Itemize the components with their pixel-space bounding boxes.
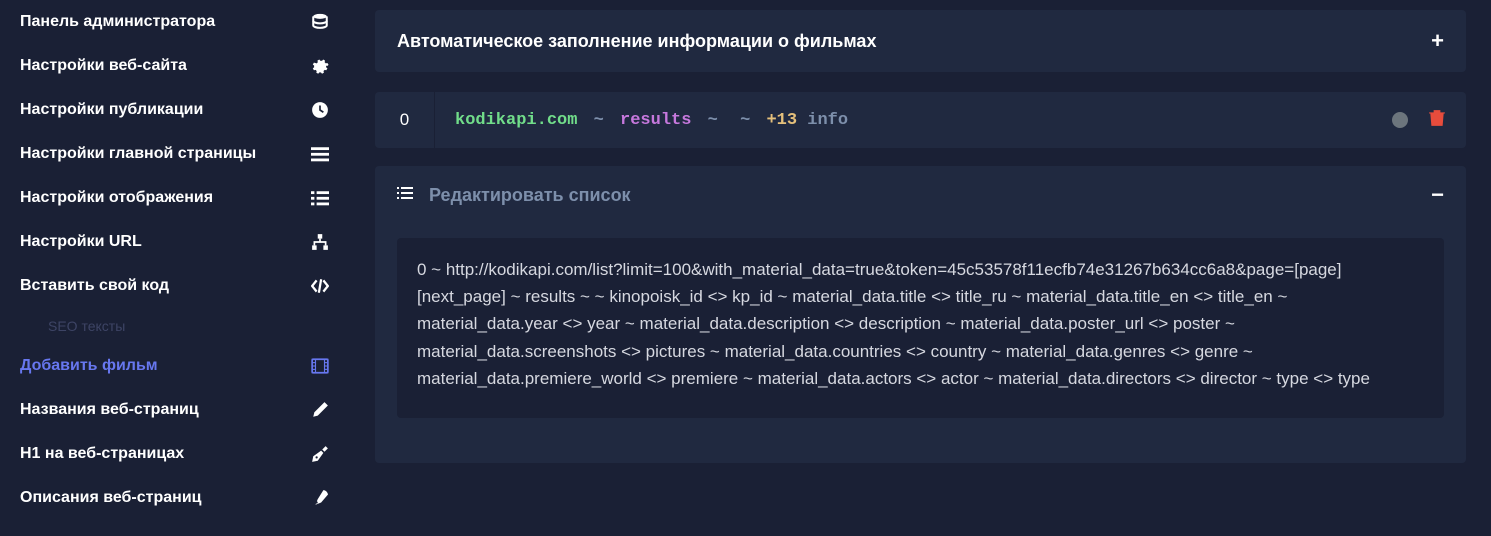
textarea-container bbox=[375, 224, 1466, 463]
edit-list-header-left: Редактировать список bbox=[397, 185, 631, 206]
sidebar-item-label: H1 на веб-страницах bbox=[20, 445, 184, 463]
pen-nib-icon bbox=[310, 444, 330, 464]
pencil-icon bbox=[310, 400, 330, 420]
collapse-button[interactable]: − bbox=[1431, 182, 1444, 208]
config-info-label: info bbox=[807, 111, 848, 130]
pen-fancy-icon bbox=[310, 488, 330, 508]
sidebar-section-seo: SEO тексты bbox=[0, 308, 350, 344]
gear-icon bbox=[310, 56, 330, 76]
sidebar-item-label: Настройки главной страницы bbox=[20, 145, 256, 163]
sidebar-item-url-settings[interactable]: Настройки URL bbox=[0, 220, 350, 264]
sidebar-item-label: Вставить свой код bbox=[20, 277, 169, 295]
config-index: 0 bbox=[375, 92, 435, 148]
sidebar-item-homepage-settings[interactable]: Настройки главной страницы bbox=[0, 132, 350, 176]
config-summary[interactable]: kodikapi.com ~ results ~ ~ +13 info bbox=[435, 93, 1392, 148]
sidebar-item-label: Описания веб-страниц bbox=[20, 489, 201, 507]
sidebar-item-admin-panel[interactable]: Панель администратора bbox=[0, 0, 350, 44]
sidebar-item-website-settings[interactable]: Настройки веб-сайта bbox=[0, 44, 350, 88]
sidebar: Панель администратора Настройки веб-сайт… bbox=[0, 0, 350, 536]
config-domain: kodikapi.com bbox=[455, 111, 577, 130]
sidebar-item-insert-code[interactable]: Вставить свой код bbox=[0, 264, 350, 308]
list-ol-icon bbox=[397, 185, 413, 206]
sidebar-item-publication-settings[interactable]: Настройки публикации bbox=[0, 88, 350, 132]
config-separator: ~ bbox=[740, 111, 750, 130]
main-content: Автоматическое заполнение информации о ф… bbox=[350, 0, 1491, 536]
config-results: results bbox=[620, 111, 691, 130]
add-config-button[interactable]: + bbox=[1431, 28, 1444, 54]
config-count: +13 bbox=[766, 111, 797, 130]
sidebar-item-label: Настройки URL bbox=[20, 233, 142, 251]
sidebar-item-label: Настройки веб-сайта bbox=[20, 57, 187, 75]
config-textarea[interactable] bbox=[397, 238, 1444, 418]
sitemap-icon bbox=[310, 232, 330, 252]
delete-config-button[interactable] bbox=[1428, 108, 1446, 133]
sidebar-item-label: Добавить фильм bbox=[20, 357, 158, 375]
sidebar-item-page-titles[interactable]: Названия веб-страниц bbox=[0, 388, 350, 432]
menu-icon bbox=[310, 144, 330, 164]
panel-header: Автоматическое заполнение информации о ф… bbox=[375, 10, 1466, 72]
sidebar-item-add-movie[interactable]: Добавить фильм bbox=[0, 344, 350, 388]
film-icon bbox=[310, 356, 330, 376]
edit-list-title: Редактировать список bbox=[429, 185, 631, 206]
sidebar-item-display-settings[interactable]: Настройки отображения bbox=[0, 176, 350, 220]
database-icon bbox=[310, 12, 330, 32]
edit-list-header: Редактировать список − bbox=[375, 166, 1466, 224]
sidebar-item-label: Панель администратора bbox=[20, 13, 215, 31]
panel-title: Автоматическое заполнение информации о ф… bbox=[397, 31, 876, 52]
config-actions bbox=[1392, 108, 1466, 133]
sidebar-item-label: Настройки публикации bbox=[20, 101, 203, 119]
sidebar-item-label: Названия веб-страниц bbox=[20, 401, 199, 419]
sidebar-item-label: Настройки отображения bbox=[20, 189, 213, 207]
clock-icon bbox=[310, 100, 330, 120]
config-separator: ~ bbox=[708, 111, 718, 130]
config-separator: ~ bbox=[594, 111, 604, 130]
config-row: 0 kodikapi.com ~ results ~ ~ +13 info bbox=[375, 92, 1466, 148]
sidebar-item-h1-pages[interactable]: H1 на веб-страницах bbox=[0, 432, 350, 476]
sidebar-item-page-descriptions[interactable]: Описания веб-страниц bbox=[0, 476, 350, 520]
code-icon bbox=[310, 276, 330, 296]
status-indicator[interactable] bbox=[1392, 112, 1408, 128]
edit-list-panel: Редактировать список − bbox=[375, 166, 1466, 463]
autofill-panel: Автоматическое заполнение информации о ф… bbox=[375, 10, 1466, 72]
list-icon bbox=[310, 188, 330, 208]
